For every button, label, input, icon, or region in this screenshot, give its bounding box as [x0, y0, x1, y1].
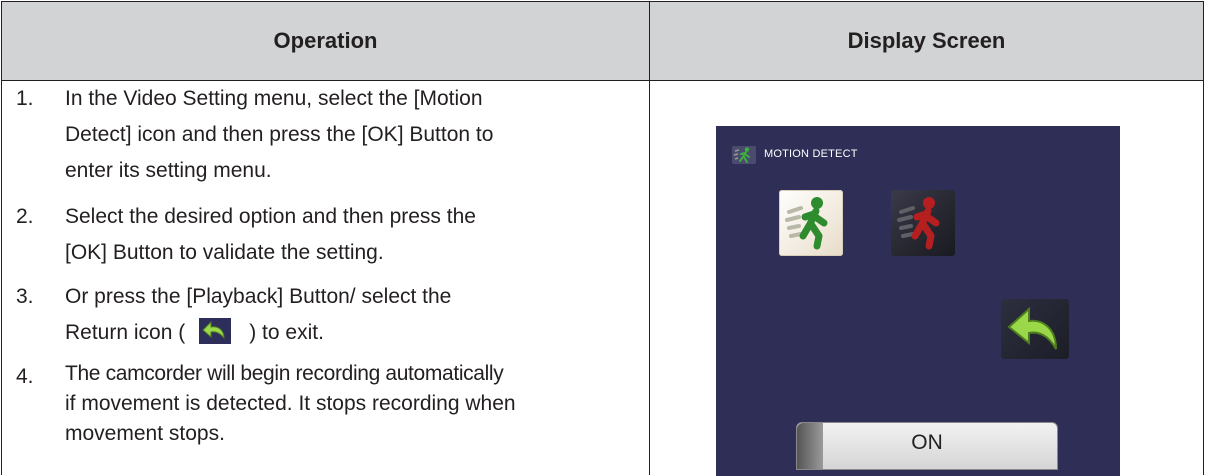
step-line: Or press the [Playback] Button/ select t…	[65, 285, 452, 308]
step-1: 1. In the Video Setting menu, select the…	[2, 81, 649, 192]
motion-detect-on-option[interactable]	[779, 190, 843, 256]
step-line: The camcorder will begin recording autom…	[65, 362, 504, 385]
setting-value-bar[interactable]: ON	[796, 422, 1058, 470]
step-text-before-icon: Return icon (	[65, 321, 186, 344]
selected-value: ON	[911, 431, 943, 454]
operation-table: Operation Display Screen 1. In the Video…	[1, 1, 1204, 476]
camcorder-display-screen: MOTION DETECT ON	[716, 126, 1120, 476]
step-3: 3. Or press the [Playback] Button/ selec…	[2, 279, 649, 353]
step-number: 4.	[16, 365, 34, 388]
return-icon	[199, 318, 232, 344]
step-text-after-icon: ) to exit.	[249, 321, 324, 344]
motion-detect-off-icon	[897, 197, 940, 250]
step-line: Detect] icon and then press the [OK] But…	[65, 123, 494, 146]
header-operation: Operation	[273, 28, 378, 53]
return-icon	[1007, 306, 1057, 350]
table-header-row: Operation Display Screen	[2, 2, 1203, 81]
step-line: if movement is detected. It stops record…	[65, 392, 516, 415]
step-line: In the Video Setting menu, select the [M…	[65, 87, 483, 110]
step-line: enter its setting menu.	[65, 159, 272, 182]
motion-detect-icon	[732, 146, 756, 164]
return-button[interactable]	[1001, 299, 1069, 359]
step-line: Select the desired option and then press…	[65, 205, 476, 228]
motion-detect-off-option[interactable]	[891, 190, 955, 256]
step-line: Return icon ( ) to exit.	[65, 315, 645, 351]
step-number: 3.	[16, 285, 34, 308]
step-line: [OK] Button to validate the setting.	[65, 241, 384, 264]
step-number: 2.	[16, 205, 34, 228]
step-2: 2. Select the desired option and then pr…	[2, 199, 649, 273]
step-4: 4. The camcorder will begin recording au…	[2, 359, 649, 475]
column-divider	[649, 2, 650, 475]
header-display-screen: Display Screen	[847, 28, 1006, 53]
step-number: 1.	[16, 87, 34, 110]
step-line: movement stops.	[65, 422, 225, 445]
motion-detect-on-icon	[785, 197, 828, 250]
menu-title: MOTION DETECT	[764, 148, 858, 160]
